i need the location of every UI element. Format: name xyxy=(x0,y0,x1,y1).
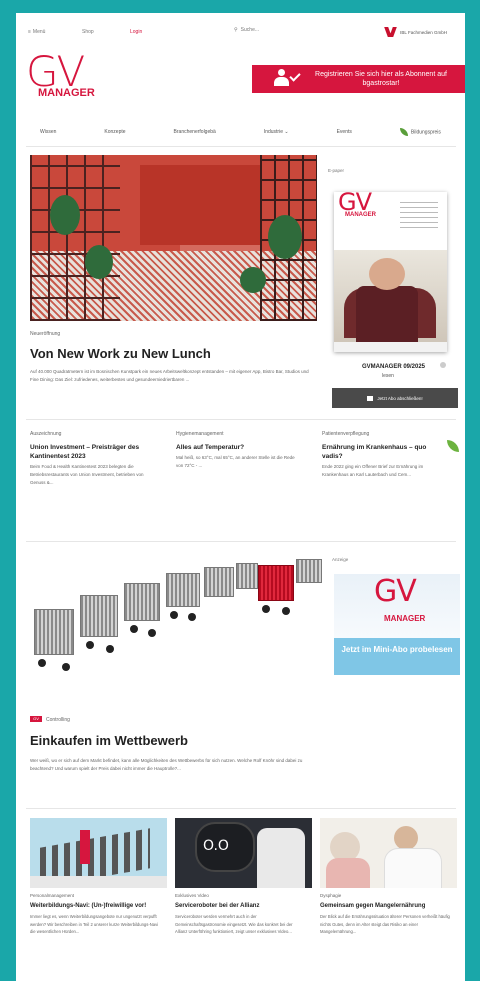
article-teaser: Serviceroboter werden vermehrt auch in d… xyxy=(175,914,293,934)
publisher-name: IBL Fachmedien GmbH xyxy=(400,29,447,35)
article-title[interactable]: Weiterbildungs-Navi: (Un-)freiwillige vo… xyxy=(30,902,160,910)
nav-item-events[interactable]: Events xyxy=(337,129,352,135)
publisher-logo[interactable]: IBL Fachmedien GmbH xyxy=(385,27,447,37)
subscribe-button-label: Jetzt Abo abschließen! xyxy=(377,395,423,401)
chevron-down-icon: ⌄ xyxy=(284,129,289,135)
section-divider xyxy=(26,808,456,809)
top-bar: ≡ Menü Shop Login ⚲ Suche... IBL Fachmed… xyxy=(16,13,465,51)
epaper-label: E-paper xyxy=(328,168,345,173)
mini-abo-ad[interactable]: GV MANAGER Jetzt im Mini-Abo probelesen xyxy=(334,574,460,675)
menu-button[interactable]: ≡ Menü xyxy=(28,29,45,35)
page: ≡ Menü Shop Login ⚲ Suche... IBL Fachmed… xyxy=(16,13,465,981)
hero-image[interactable] xyxy=(30,155,317,321)
publisher-mark-icon xyxy=(385,27,397,37)
section-divider xyxy=(26,541,456,542)
site-logo[interactable]: GV MANAGER xyxy=(26,47,116,103)
article-category: Hygienemanagement xyxy=(176,431,224,437)
main-nav: Wissen Konzepte Branchenerfolgebä Indust… xyxy=(16,125,465,139)
article-category: Auszeichnung xyxy=(30,431,62,437)
register-banner-text: Registrieren Sie sich hier als Abonnent … xyxy=(315,71,447,87)
magazine-cover[interactable]: GV MANAGER xyxy=(334,192,447,352)
cover-logo-manager: MANAGER xyxy=(345,212,376,218)
hero-kicker: Neueröffnung xyxy=(30,331,61,337)
nav-item-industrie[interactable]: Industrie ⌄ xyxy=(264,129,289,135)
shop-link[interactable]: Shop xyxy=(82,29,94,35)
login-link[interactable]: Login xyxy=(130,29,142,35)
article-category: Patientenverpflegung xyxy=(322,431,370,437)
carts-teaser: Wer weiß, wo er sich auf dem Markt befin… xyxy=(30,758,303,771)
article-card[interactable]: Personalmanagement Weiterbildungs-Navi: … xyxy=(30,893,160,936)
nav-item-konzepte[interactable]: Konzepte xyxy=(104,129,125,135)
search-placeholder: Suche... xyxy=(240,27,260,33)
subscribe-button[interactable]: Jetzt Abo abschließen! xyxy=(332,388,458,408)
article-teaser: Beim Food & Health Kantinentest 2023 bel… xyxy=(30,464,144,485)
user-check-icon xyxy=(272,69,302,89)
carts-image[interactable] xyxy=(30,551,322,701)
article-teaser: Immer liegt es, wenn Weiterbildungsangeb… xyxy=(30,914,159,934)
logo-manager: MANAGER xyxy=(38,87,95,99)
nav-item-branche[interactable]: Branchenerfolgebä xyxy=(174,129,216,135)
article-title[interactable]: Gemeinsam gegen Mangelernährung xyxy=(320,902,450,910)
leaf-icon xyxy=(399,128,408,136)
ad-logo-manager: MANAGER xyxy=(384,614,426,623)
article-card[interactable]: Dysphagie Gemeinsam gegen Mangelernährun… xyxy=(320,893,450,936)
article-category: Exklusives Video xyxy=(175,893,209,898)
read-link[interactable]: lesen xyxy=(382,373,394,379)
article-image-care[interactable] xyxy=(320,818,457,888)
nav-item-wissen[interactable]: Wissen xyxy=(40,129,56,135)
gift-icon xyxy=(367,395,374,401)
ad-cta: Jetzt im Mini-Abo probelesen xyxy=(334,638,460,675)
article-category: Personalmanagement xyxy=(30,893,75,898)
article-teaser: Der Blick auf die Ernährungssituation äl… xyxy=(320,914,450,934)
article-card[interactable]: Patientenverpflegung Ernährung im Kranke… xyxy=(322,431,448,479)
nav-divider xyxy=(26,146,456,147)
search-input[interactable]: ⚲ Suche... xyxy=(234,27,259,33)
article-teaser: Mal heiß, so 63°C, mal 65°C, an anderer … xyxy=(176,455,295,468)
article-card[interactable]: Hygienemanagement Alles auf Temperatur? … xyxy=(176,431,302,470)
hamburger-icon: ≡ xyxy=(28,29,31,35)
ad-logo-gv: GV xyxy=(374,574,417,609)
article-card[interactable]: Exklusives Video Serviceroboter bei der … xyxy=(175,893,305,936)
info-icon[interactable] xyxy=(440,362,446,368)
section-divider xyxy=(26,419,456,420)
article-category: Dysphagie xyxy=(320,893,342,898)
article-title[interactable]: Serviceroboter bei der Allianz xyxy=(175,902,305,910)
menu-label: Menü xyxy=(32,29,46,35)
article-teaser: Ende 2022 ging ein Offener Brief zur Ern… xyxy=(322,464,424,477)
gv-tag: GV xyxy=(30,716,42,722)
article-card[interactable]: Auszeichnung Union Investment – Preisträ… xyxy=(30,431,156,487)
article-image-robot[interactable]: O.O xyxy=(175,818,312,888)
article-title[interactable]: Ernährung im Krankenhaus – quo vadis? xyxy=(322,443,448,461)
hero-title[interactable]: Von New Work zu New Lunch xyxy=(30,346,211,361)
carts-title[interactable]: Einkaufen im Wettbewerb xyxy=(30,733,188,748)
carts-kicker: Controlling xyxy=(46,717,70,723)
nav-item-bildungspreis[interactable]: Bildungspreis xyxy=(399,128,441,136)
article-title[interactable]: Union Investment – Preisträger des Kanti… xyxy=(30,443,156,461)
leaf-icon xyxy=(447,440,459,452)
article-title[interactable]: Alles auf Temperatur? xyxy=(176,443,302,452)
register-banner[interactable]: Registrieren Sie sich hier als Abonnent … xyxy=(252,65,465,93)
ad-label: Anzeige xyxy=(332,557,349,562)
issue-title[interactable]: GVMANAGER 09/2025 xyxy=(362,364,425,370)
article-image-dominoes[interactable] xyxy=(30,818,167,888)
search-icon: ⚲ xyxy=(234,27,238,33)
hero-teaser: Auf 40.000 Quadratmetern ist im Bosnisch… xyxy=(30,369,309,382)
